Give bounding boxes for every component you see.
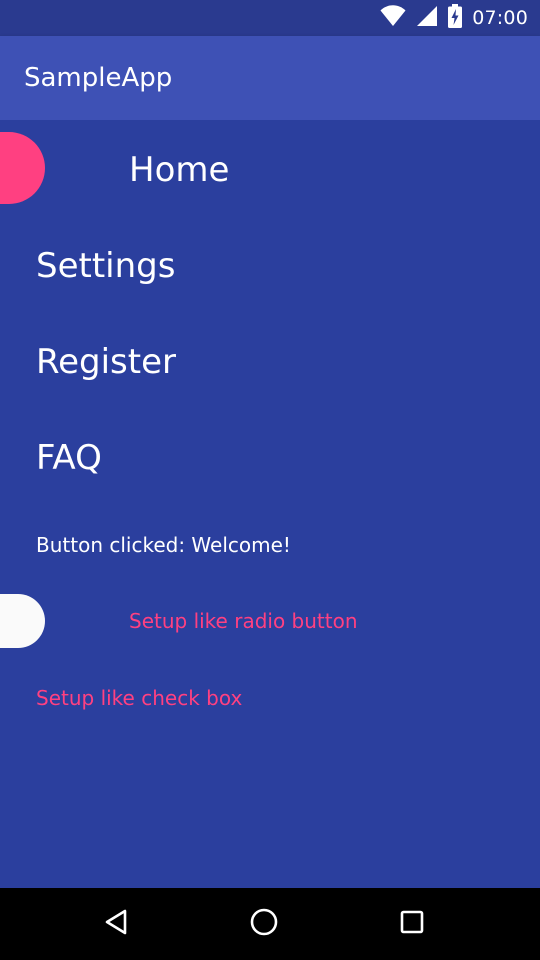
- recents-button[interactable]: [390, 902, 434, 946]
- wifi-icon: [380, 5, 406, 31]
- status-bar: 07:00: [0, 0, 540, 36]
- home-button[interactable]: [242, 902, 286, 946]
- menu-item-settings[interactable]: Settings: [36, 246, 175, 286]
- status-time: 07:00: [472, 7, 528, 29]
- home-circle-icon: [249, 907, 279, 941]
- home-indicator-pill[interactable]: [0, 132, 45, 204]
- main-content: Home Settings Register FAQ Button clicke…: [0, 120, 540, 888]
- back-icon: [102, 908, 130, 940]
- back-button[interactable]: [94, 902, 138, 946]
- radio-button-option[interactable]: Setup like radio button: [129, 609, 358, 633]
- app-title: SampleApp: [24, 63, 173, 93]
- system-nav-bar: [0, 888, 540, 960]
- app-bar: SampleApp: [0, 36, 540, 120]
- menu-item-faq[interactable]: FAQ: [36, 438, 102, 478]
- signal-icon: [416, 5, 438, 31]
- checkbox-option[interactable]: Setup like check box: [36, 686, 242, 710]
- battery-charging-icon: [448, 4, 463, 32]
- status-icons: 07:00: [380, 0, 528, 36]
- menu-item-register[interactable]: Register: [36, 342, 176, 382]
- status-message: Button clicked: Welcome!: [36, 533, 291, 557]
- radio-toggle-pill[interactable]: [0, 594, 45, 648]
- recents-icon: [398, 908, 426, 940]
- menu-item-home[interactable]: Home: [129, 150, 229, 190]
